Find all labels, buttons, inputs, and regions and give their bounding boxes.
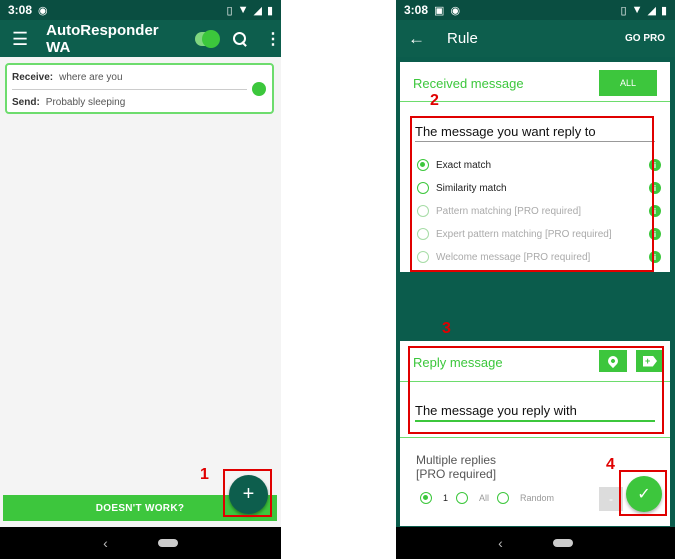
receive-value: where are you [59, 72, 123, 83]
section-divider [400, 437, 670, 438]
wifi-icon: ▼ [631, 3, 643, 16]
radio-button[interactable] [420, 492, 432, 504]
card-divider [12, 89, 247, 90]
page-title: Rule [447, 30, 478, 47]
nav-bar: ‹ [0, 527, 281, 559]
menu-icon[interactable]: ☰ [12, 30, 28, 48]
all-button[interactable]: ALL [599, 70, 657, 96]
annotation-box-1 [223, 469, 272, 517]
go-pro-button[interactable]: GO PRO [625, 33, 665, 44]
option-all-label: All [479, 493, 490, 503]
status-icons: ▯ ▼ ◢ ▮ [621, 4, 667, 17]
signal-icon: ◢ [647, 4, 656, 17]
app-bar: ← Rule GO PRO [396, 20, 675, 57]
annotation-number-2: 2 [430, 92, 439, 109]
vibrate-icon: ▯ [620, 4, 627, 17]
app-title: AutoResponder WA [46, 21, 159, 56]
annotation-box-4 [619, 470, 667, 516]
more-options-icon[interactable]: ⋮ [265, 29, 281, 49]
reply-count-options: 1 All Random [420, 492, 554, 504]
nav-back-icon[interactable]: ‹ [103, 535, 108, 551]
app-bar: ☰ AutoResponder WA ⋮ [0, 20, 281, 57]
receive-row: Receive: where are you [12, 72, 123, 83]
battery-icon: ▮ [266, 4, 273, 17]
status-bar: 3:08 ▣ ◉ ▯ ▼ ◢ ▮ [396, 0, 675, 20]
battery-icon: ▮ [660, 4, 667, 17]
multiple-replies-text: Multiple replies [416, 453, 497, 467]
status-icons: ▯ ▼ ◢ ▮ [227, 4, 273, 17]
annotation-number-3: 3 [442, 320, 451, 337]
nav-back-icon[interactable]: ‹ [498, 535, 503, 551]
vibrate-icon: ▯ [226, 4, 233, 17]
receive-label: Receive: [12, 72, 54, 83]
radio-button[interactable] [497, 492, 510, 504]
nav-bar: ‹ [396, 527, 675, 559]
back-arrow-icon[interactable]: ← [408, 29, 425, 49]
section-divider [400, 101, 670, 102]
rule-card[interactable]: Receive: where are you Send: Probably sl… [5, 63, 274, 114]
nav-home-icon[interactable] [552, 539, 573, 547]
annotation-box-3 [408, 346, 664, 434]
signal-icon: ◢ [253, 4, 262, 17]
send-row: Send: Probably sleeping [12, 97, 125, 108]
annotation-number-1: 1 [200, 466, 209, 483]
image-notification-icon: ▣ [434, 4, 445, 17]
app-notification-icon: ◉ [38, 4, 48, 17]
annotation-number-4: 4 [606, 456, 615, 473]
wifi-icon: ▼ [237, 3, 249, 16]
multiple-replies-label: Multiple replies [PRO required] [416, 453, 496, 481]
toggle-knob [201, 29, 220, 48]
main-screen: 3:08 ◉ ▯ ▼ ◢ ▮ ☰ AutoResponder WA ⋮ Rece… [0, 0, 281, 559]
option-random-label: Random [520, 493, 555, 503]
send-value: Probably sleeping [45, 97, 126, 108]
app-notification-icon: ◉ [450, 4, 461, 17]
send-label: Send: [12, 97, 40, 108]
status-time: 3:08 [8, 3, 33, 17]
search-icon[interactable] [232, 31, 247, 47]
annotation-box-2 [410, 116, 654, 272]
status-bar: 3:08 ◉ ▯ ▼ ◢ ▮ [0, 0, 281, 20]
status-time: 3:08 [404, 3, 429, 17]
rule-enabled-indicator[interactable] [252, 82, 266, 96]
pro-required-text: [PRO required] [416, 467, 497, 481]
nav-home-icon[interactable] [157, 539, 178, 547]
enable-toggle[interactable] [195, 29, 220, 48]
rule-screen: 3:08 ▣ ◉ ▯ ▼ ◢ ▮ ← Rule GO PRO Received … [396, 0, 675, 559]
received-message-title: Received message [413, 76, 524, 91]
radio-button[interactable] [456, 492, 469, 504]
option-one-label: 1 [443, 493, 449, 503]
